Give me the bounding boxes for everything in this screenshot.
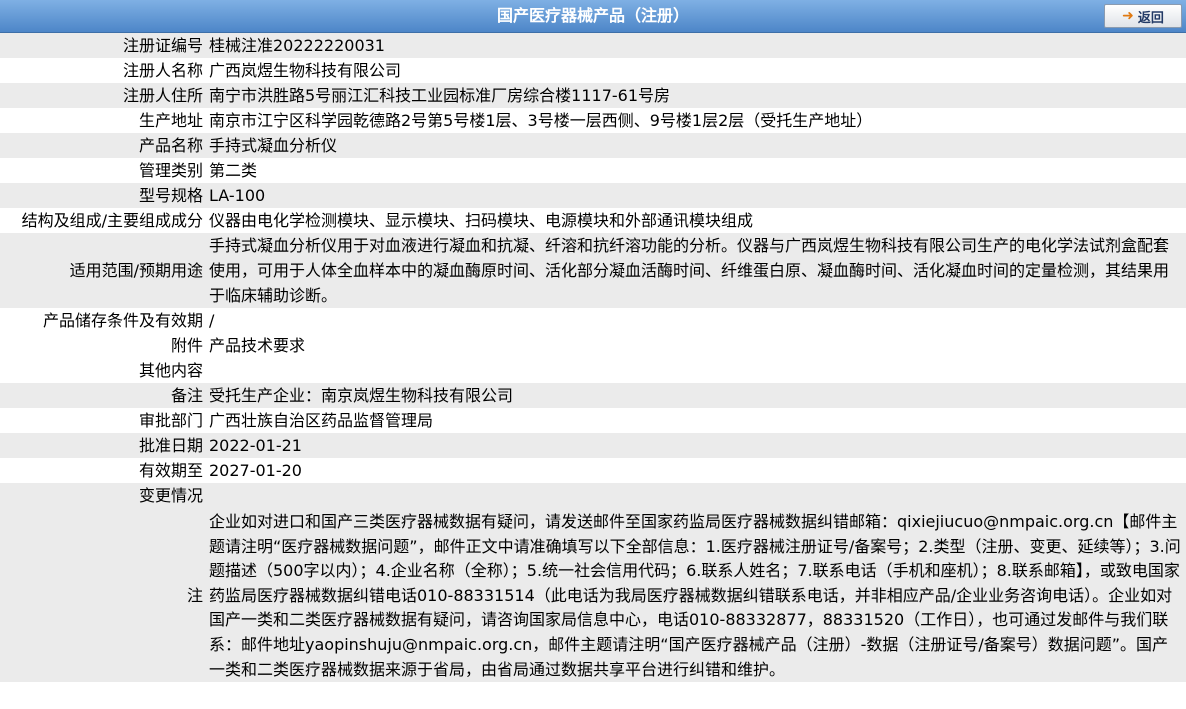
value-approval-department: 广西壮族自治区药品监督管理局 bbox=[206, 408, 1186, 433]
value-structure-composition: 仪器由电化学检测模块、显示模块、扫码模块、电源模块和外部通讯模块组成 bbox=[206, 208, 1186, 233]
label-structure-composition: 结构及组成/主要组成成分 bbox=[0, 208, 206, 233]
value-other-content bbox=[206, 358, 1186, 383]
row-intended-use: 适用范围/预期用途 手持式凝血分析仪用于对血液进行凝血和抗凝、纤溶和抗纤溶功能的… bbox=[0, 233, 1186, 308]
label-intended-use: 适用范围/预期用途 bbox=[0, 233, 206, 308]
value-registration-number: 桂械注准20222220031 bbox=[206, 33, 1186, 58]
row-note: 注 企业如对进口和国产三类医疗器械数据有疑问，请发送邮件至国家药监局医疗器械数据… bbox=[0, 508, 1186, 683]
page-header: 国产医疗器械产品（注册） ➜ 返回 bbox=[0, 0, 1186, 33]
row-model-spec: 型号规格 LA-100 bbox=[0, 183, 1186, 208]
row-remarks: 备注 受托生产企业：南京岚煜生物科技有限公司 bbox=[0, 383, 1186, 408]
row-change-status: 变更情况 bbox=[0, 483, 1186, 508]
value-change-status bbox=[206, 483, 1186, 508]
value-registrant-name: 广西岚煜生物科技有限公司 bbox=[206, 58, 1186, 83]
row-storage-conditions: 产品储存条件及有效期 / bbox=[0, 308, 1186, 333]
row-other-content: 其他内容 bbox=[0, 358, 1186, 383]
row-approval-date: 批准日期 2022-01-21 bbox=[0, 433, 1186, 458]
label-storage-conditions: 产品储存条件及有效期 bbox=[0, 308, 206, 333]
label-model-spec: 型号规格 bbox=[0, 183, 206, 208]
value-intended-use: 手持式凝血分析仪用于对血液进行凝血和抗凝、纤溶和抗纤溶功能的分析。仪器与广西岚煜… bbox=[206, 233, 1186, 308]
row-registrant-address: 注册人住所 南宁市洪胜路5号丽江汇科技工业园标准厂房综合楼1117-61号房 bbox=[0, 83, 1186, 108]
label-attachment: 附件 bbox=[0, 333, 206, 358]
value-attachment: 产品技术要求 bbox=[206, 333, 1186, 358]
value-product-name: 手持式凝血分析仪 bbox=[206, 133, 1186, 158]
row-approval-department: 审批部门 广西壮族自治区药品监督管理局 bbox=[0, 408, 1186, 433]
label-registrant-name: 注册人名称 bbox=[0, 58, 206, 83]
row-attachment: 附件 产品技术要求 bbox=[0, 333, 1186, 358]
row-production-address: 生产地址 南京市江宁区科学园乾德路2号第5号楼1层、3号楼一层西侧、9号楼1层2… bbox=[0, 108, 1186, 133]
value-registrant-address: 南宁市洪胜路5号丽江汇科技工业园标准厂房综合楼1117-61号房 bbox=[206, 83, 1186, 108]
row-structure-composition: 结构及组成/主要组成成分 仪器由电化学检测模块、显示模块、扫码模块、电源模块和外… bbox=[0, 208, 1186, 233]
row-management-category: 管理类别 第二类 bbox=[0, 158, 1186, 183]
label-registration-number: 注册证编号 bbox=[0, 33, 206, 58]
row-product-name: 产品名称 手持式凝血分析仪 bbox=[0, 133, 1186, 158]
label-note: 注 bbox=[0, 508, 206, 683]
value-production-address: 南京市江宁区科学园乾德路2号第5号楼1层、3号楼一层西侧、9号楼1层2层（受托生… bbox=[206, 108, 1186, 133]
back-button[interactable]: ➜ 返回 bbox=[1104, 4, 1182, 28]
value-management-category: 第二类 bbox=[206, 158, 1186, 183]
value-note: 企业如对进口和国产三类医疗器械数据有疑问，请发送邮件至国家药监局医疗器械数据纠错… bbox=[206, 508, 1186, 683]
value-approval-date: 2022-01-21 bbox=[206, 433, 1186, 458]
row-valid-until: 有效期至 2027-01-20 bbox=[0, 458, 1186, 483]
row-registration-number: 注册证编号 桂械注准20222220031 bbox=[0, 33, 1186, 58]
back-button-label: 返回 bbox=[1137, 10, 1164, 26]
value-storage-conditions: / bbox=[206, 308, 1186, 333]
arrow-right-icon: ➜ bbox=[1122, 8, 1134, 24]
label-registrant-address: 注册人住所 bbox=[0, 83, 206, 108]
label-valid-until: 有效期至 bbox=[0, 458, 206, 483]
value-remarks: 受托生产企业：南京岚煜生物科技有限公司 bbox=[206, 383, 1186, 408]
label-product-name: 产品名称 bbox=[0, 133, 206, 158]
page-title: 国产医疗器械产品（注册） bbox=[496, 6, 689, 25]
value-valid-until: 2027-01-20 bbox=[206, 458, 1186, 483]
label-other-content: 其他内容 bbox=[0, 358, 206, 383]
value-model-spec: LA-100 bbox=[206, 183, 1186, 208]
label-approval-date: 批准日期 bbox=[0, 433, 206, 458]
label-change-status: 变更情况 bbox=[0, 483, 206, 508]
label-remarks: 备注 bbox=[0, 383, 206, 408]
row-registrant-name: 注册人名称 广西岚煜生物科技有限公司 bbox=[0, 58, 1186, 83]
label-approval-department: 审批部门 bbox=[0, 408, 206, 433]
label-production-address: 生产地址 bbox=[0, 108, 206, 133]
registration-detail-table: 注册证编号 桂械注准20222220031 注册人名称 广西岚煜生物科技有限公司… bbox=[0, 33, 1186, 683]
label-management-category: 管理类别 bbox=[0, 158, 206, 183]
